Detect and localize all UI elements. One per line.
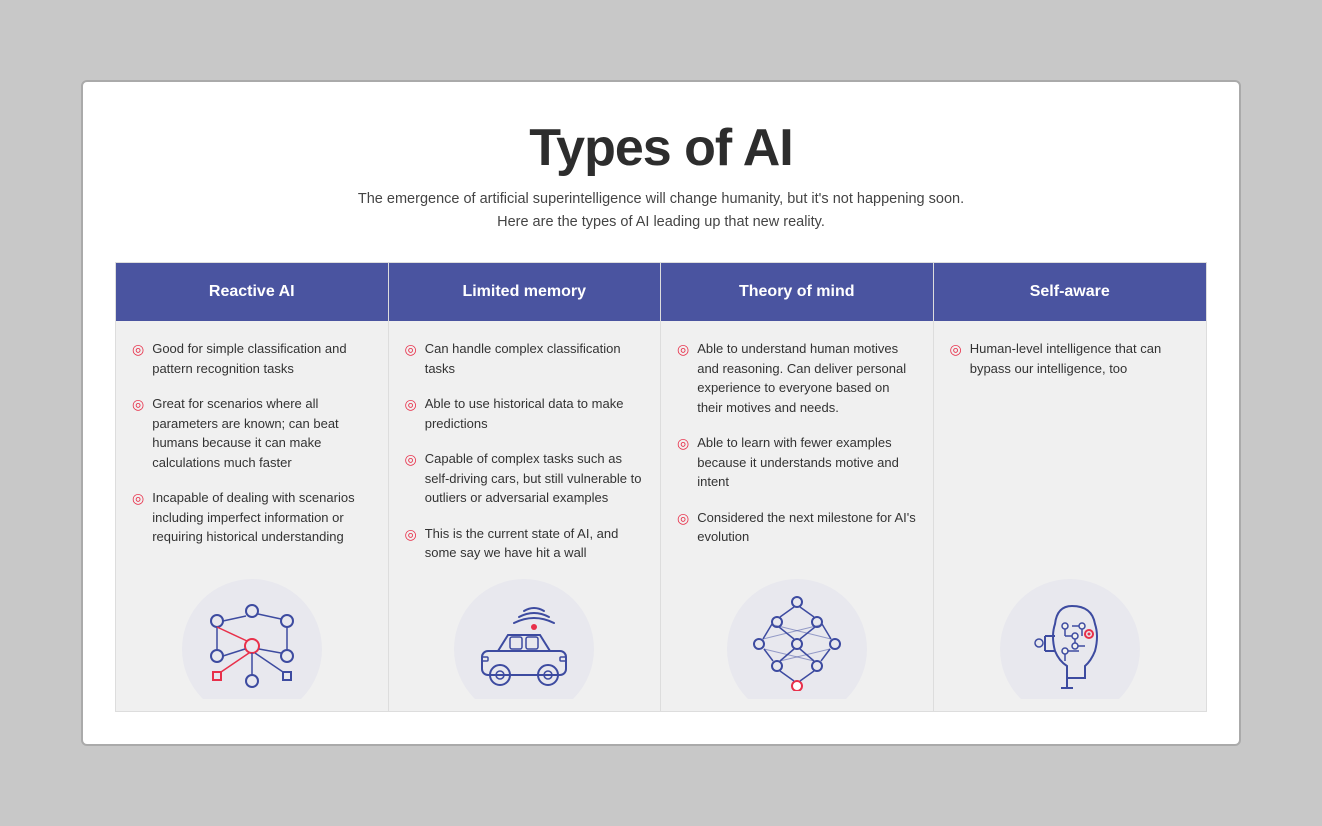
list-item: ◎ Able to learn with fewer examples beca… <box>677 433 917 492</box>
bullet-icon: ◎ <box>405 340 417 360</box>
columns-grid: Reactive AI ◎ Good for simple classifica… <box>115 262 1207 712</box>
bullet-icon: ◎ <box>132 489 144 509</box>
list-item: ◎ This is the current state of AI, and s… <box>405 524 645 563</box>
bullet-icon: ◎ <box>677 434 689 454</box>
col-body-theory-of-mind: ◎ Able to understand human motives and r… <box>661 321 933 711</box>
bullet-icon: ◎ <box>677 340 689 360</box>
col-body-self-aware: ◎ Human-level intelligence that can bypa… <box>934 321 1207 711</box>
col-header-limited-memory: Limited memory <box>389 263 661 321</box>
main-card: Types of AI The emergence of artificial … <box>81 80 1241 746</box>
list-item: ◎ Human-level intelligence that can bypa… <box>950 339 1191 378</box>
bullet-list-reactive-ai: ◎ Good for simple classification and pat… <box>132 339 372 579</box>
list-item: ◎ Able to use historical data to make pr… <box>405 394 645 433</box>
bullet-icon: ◎ <box>132 340 144 360</box>
self-driving-car-icon <box>464 603 584 691</box>
circuit-head-icon <box>1017 596 1122 691</box>
col-theory-of-mind: Theory of mind ◎ Able to understand huma… <box>661 263 934 711</box>
bullet-icon: ◎ <box>677 509 689 529</box>
list-item: ◎ Great for scenarios where all paramete… <box>132 394 372 472</box>
bullet-icon: ◎ <box>405 395 417 415</box>
limited-memory-illustration <box>405 579 645 699</box>
page-subtitle: The emergence of artificial superintelli… <box>115 188 1207 234</box>
bullet-icon: ◎ <box>132 395 144 415</box>
page-header: Types of AI The emergence of artificial … <box>115 118 1207 234</box>
col-header-theory-of-mind: Theory of mind <box>661 263 933 321</box>
theory-of-mind-illustration <box>677 579 917 699</box>
reactive-ai-illustration <box>132 579 372 699</box>
bullet-icon: ◎ <box>405 450 417 470</box>
col-body-limited-memory: ◎ Can handle complex classification task… <box>389 321 661 711</box>
col-reactive-ai: Reactive AI ◎ Good for simple classifica… <box>116 263 389 711</box>
list-item: ◎ Incapable of dealing with scenarios in… <box>132 488 372 547</box>
neural-net-icon <box>747 596 847 691</box>
reactive-ai-icon <box>197 601 307 691</box>
bullet-list-self-aware: ◎ Human-level intelligence that can bypa… <box>950 339 1191 579</box>
list-item: ◎ Able to understand human motives and r… <box>677 339 917 417</box>
bullet-list-theory-of-mind: ◎ Able to understand human motives and r… <box>677 339 917 579</box>
list-item: ◎ Good for simple classification and pat… <box>132 339 372 378</box>
bullet-list-limited-memory: ◎ Can handle complex classification task… <box>405 339 645 579</box>
bullet-icon: ◎ <box>950 340 962 360</box>
self-aware-illustration <box>950 579 1191 699</box>
list-item: ◎ Can handle complex classification task… <box>405 339 645 378</box>
bullet-icon: ◎ <box>405 525 417 545</box>
list-item: ◎ Considered the next milestone for AI's… <box>677 508 917 547</box>
list-item: ◎ Capable of complex tasks such as self-… <box>405 449 645 508</box>
col-self-aware: Self-aware ◎ Human-level intelligence th… <box>934 263 1207 711</box>
col-limited-memory: Limited memory ◎ Can handle complex clas… <box>389 263 662 711</box>
page-title: Types of AI <box>115 118 1207 178</box>
col-header-reactive-ai: Reactive AI <box>116 263 388 321</box>
col-body-reactive-ai: ◎ Good for simple classification and pat… <box>116 321 388 711</box>
col-header-self-aware: Self-aware <box>934 263 1207 321</box>
